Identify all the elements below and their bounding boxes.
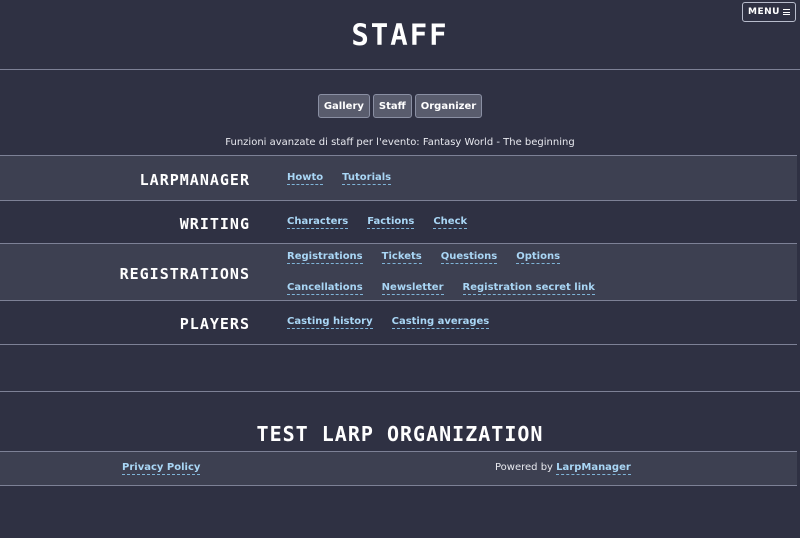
link-howto[interactable]: Howto — [287, 172, 324, 185]
hamburger-icon — [782, 8, 790, 17]
section-registrations: REGISTRATIONS Registrations Tickets Ques… — [0, 243, 797, 301]
powered-by: Powered by LarpManager — [495, 462, 631, 475]
privacy-policy-link[interactable]: Privacy Policy — [122, 462, 201, 475]
section-title: PLAYERS — [179, 315, 250, 333]
link-newsletter[interactable]: Newsletter — [381, 282, 444, 295]
intro-text: Funzioni avanzate di staff per l'evento:… — [225, 137, 575, 148]
tab-gallery[interactable]: Gallery — [317, 94, 370, 118]
organization-title: TEST LARP ORGANIZATION — [256, 422, 544, 446]
link-registration-secret-link[interactable]: Registration secret link — [462, 282, 595, 295]
header-divider — [0, 69, 800, 70]
link-questions[interactable]: Questions — [440, 251, 498, 264]
tab-bar: Gallery Staff Organizer — [0, 94, 800, 118]
tab-staff[interactable]: Staff — [372, 94, 412, 118]
section-title: WRITING — [179, 215, 250, 233]
menu-label: MENU — [748, 7, 780, 17]
link-tickets[interactable]: Tickets — [381, 251, 422, 264]
link-cancellations[interactable]: Cancellations — [287, 282, 363, 295]
link-casting-history[interactable]: Casting history — [287, 316, 373, 329]
footer: Privacy Policy Powered by LarpManager — [0, 451, 797, 486]
link-factions[interactable]: Factions — [367, 216, 415, 229]
section-title: LARPMANAGER — [139, 171, 250, 189]
larpmanager-link[interactable]: LarpManager — [556, 462, 631, 475]
link-characters[interactable]: Characters — [287, 216, 349, 229]
section-larpmanager: LARPMANAGER Howto Tutorials — [0, 155, 797, 201]
link-registrations[interactable]: Registrations — [287, 251, 363, 264]
link-tutorials[interactable]: Tutorials — [342, 172, 392, 185]
section-title: REGISTRATIONS — [119, 265, 250, 283]
tab-organizer[interactable]: Organizer — [414, 94, 483, 118]
page-title: STAFF — [351, 18, 449, 52]
link-check[interactable]: Check — [433, 216, 468, 229]
link-options[interactable]: Options — [516, 251, 561, 264]
section-players: PLAYERS Casting history Casting averages — [0, 300, 797, 345]
powered-by-text: Powered by — [495, 462, 553, 473]
section-writing: WRITING Characters Factions Check — [0, 200, 797, 244]
link-casting-averages[interactable]: Casting averages — [391, 316, 490, 329]
footer-divider — [0, 391, 800, 392]
